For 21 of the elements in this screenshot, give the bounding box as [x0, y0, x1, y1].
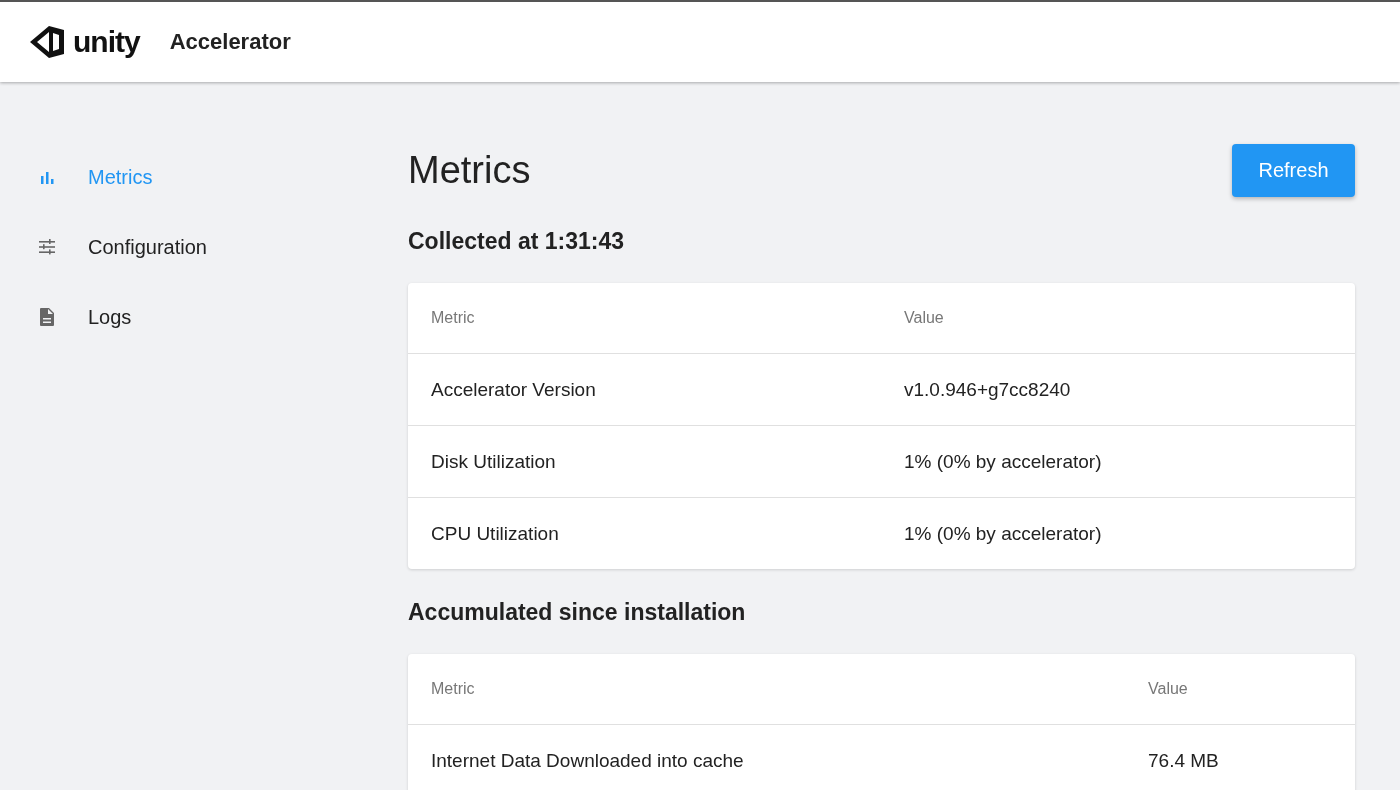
document-icon [37, 307, 57, 327]
sliders-icon [37, 238, 57, 256]
page-title: Metrics [408, 148, 531, 192]
table-cell: CPU Utilization [431, 522, 559, 545]
app-title: Accelerator [169, 29, 291, 55]
table-cell: 1% (0% by accelerator) [904, 450, 1102, 473]
table-cell: Disk Utilization [431, 450, 556, 473]
table-cell: 1% (0% by accelerator) [904, 522, 1102, 545]
section-heading: Accumulated since installation [408, 599, 747, 626]
table-cell: v1.0.946+g7cc8240 [904, 378, 1071, 401]
column-header: Value [904, 309, 944, 327]
table-cell: 76.4 MB [1148, 749, 1219, 772]
logo-text: unity [73, 25, 140, 59]
sidebar-item[interactable]: Logs [0, 282, 132, 352]
section-heading: Collected at 1:31:43 [408, 228, 626, 255]
sidebar-item[interactable]: Configuration [0, 212, 207, 282]
table-cell: Internet Data Downloaded into cache [431, 749, 744, 772]
column-header: Metric [431, 309, 475, 327]
table-cell: Accelerator Version [431, 378, 596, 401]
column-header: Metric [431, 680, 475, 698]
column-header: Value [1148, 680, 1188, 698]
